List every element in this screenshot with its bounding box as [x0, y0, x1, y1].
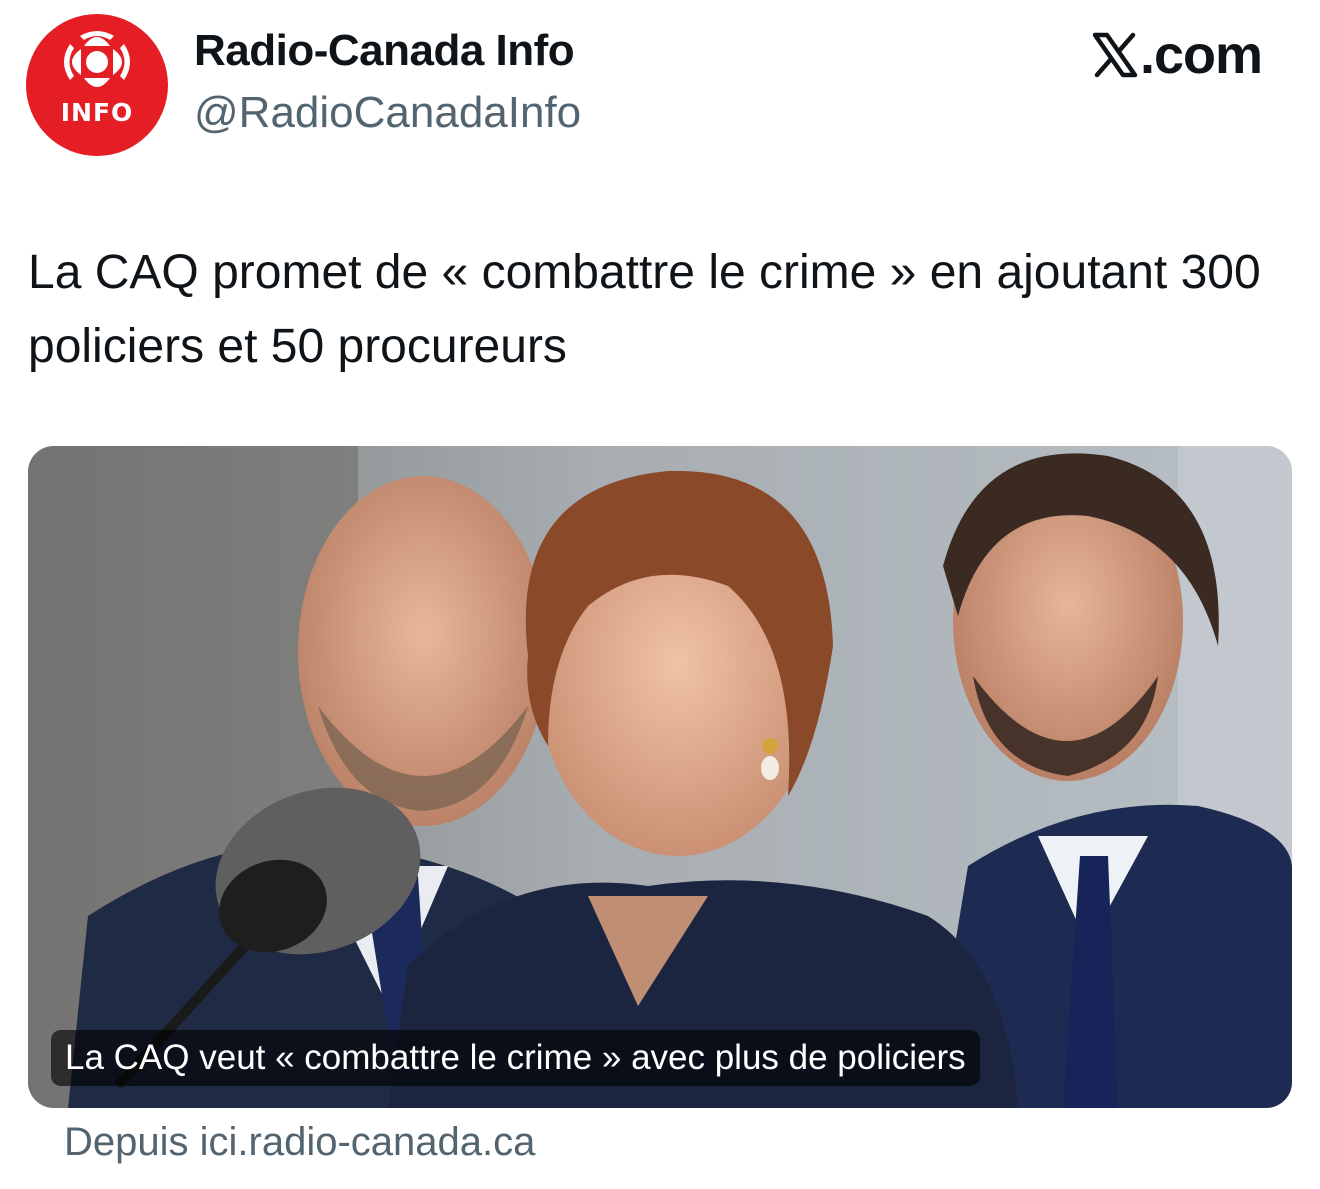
x-brand: .com	[1092, 24, 1263, 86]
press-conference-photo	[28, 446, 1292, 1108]
brand-domain-label: .com	[1139, 25, 1263, 85]
account-handle[interactable]: @RadioCanadaInfo	[194, 88, 581, 138]
tweet-screenshot: INFO Radio-Canada Info @RadioCanadaInfo …	[0, 0, 1320, 1189]
radio-canada-gem-logo-icon	[64, 31, 130, 87]
x-logo-icon	[1092, 32, 1138, 78]
avatar-label: INFO	[60, 98, 134, 127]
link-card-image[interactable]: La CAQ veut « combattre le crime » avec …	[28, 446, 1292, 1108]
account-display-name[interactable]: Radio-Canada Info	[194, 26, 575, 76]
tweet-text: La CAQ promet de « combattre le crime » …	[28, 246, 1261, 373]
link-card-source[interactable]: Depuis ici.radio-canada.ca	[64, 1120, 535, 1165]
account-avatar[interactable]: INFO	[26, 14, 168, 156]
link-card-caption: La CAQ veut « combattre le crime » avec …	[51, 1030, 980, 1086]
